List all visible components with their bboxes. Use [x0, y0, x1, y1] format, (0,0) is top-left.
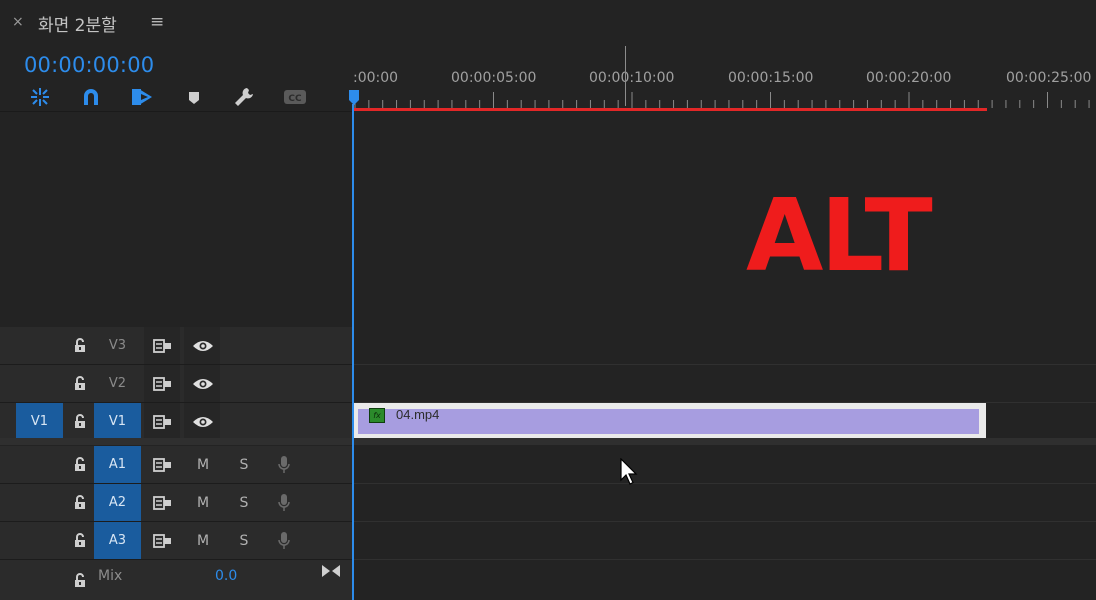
- microphone-icon[interactable]: [276, 446, 292, 483]
- lock-icon[interactable]: [70, 522, 90, 559]
- clip-body[interactable]: [358, 409, 979, 434]
- add-marker-icon[interactable]: [182, 86, 206, 108]
- fx-badge-icon: fx: [369, 408, 385, 423]
- track-lane-a1[interactable]: [353, 446, 1096, 484]
- track-target-a1[interactable]: A1: [94, 446, 141, 483]
- solo-button[interactable]: S: [236, 446, 252, 483]
- captions-cc-icon[interactable]: CC: [283, 86, 307, 108]
- sync-lock-icon[interactable]: [152, 446, 174, 483]
- timeline-panel-header: [0, 0, 1096, 46]
- track-target-a2[interactable]: A2: [94, 484, 141, 521]
- ruler-label: 00:00:15:00: [728, 70, 814, 86]
- sync-lock-icon[interactable]: [152, 522, 174, 559]
- track-target-a3[interactable]: A3: [94, 522, 141, 559]
- track-target-v3[interactable]: V3: [94, 327, 141, 364]
- lock-icon[interactable]: [70, 365, 90, 402]
- source-patch-v1[interactable]: V1: [16, 403, 63, 440]
- mix-volume-value[interactable]: 0.0: [215, 568, 237, 584]
- sequence-tab-title[interactable]: 화면 2분할: [38, 11, 117, 36]
- playhead-timecode[interactable]: 00:00:00:00: [24, 53, 154, 77]
- solo-button[interactable]: S: [236, 484, 252, 521]
- sync-lock-icon[interactable]: [152, 327, 174, 364]
- track-header-v1: V1 V1: [0, 403, 352, 441]
- track-target-v1[interactable]: V1: [94, 403, 141, 440]
- time-ruler[interactable]: :00:00 00:00:05:00 00:00:10:00 00:00:15:…: [353, 62, 1096, 112]
- playhead-line[interactable]: [352, 104, 354, 600]
- video-audio-divider[interactable]: [0, 438, 1096, 445]
- svg-text:CC: CC: [288, 94, 302, 104]
- track-header-a2: A2 M S: [0, 484, 352, 522]
- microphone-icon[interactable]: [276, 522, 292, 559]
- nest-sequence-icon[interactable]: [28, 86, 52, 108]
- ruler-label: 00:00:25:00: [1006, 70, 1092, 86]
- microphone-icon[interactable]: [276, 484, 292, 521]
- lock-icon[interactable]: [70, 327, 90, 364]
- ruler-label: 00:00:10:00: [589, 70, 675, 86]
- track-target-v2[interactable]: V2: [94, 365, 141, 402]
- sync-lock-icon[interactable]: [152, 365, 174, 402]
- mute-button[interactable]: M: [194, 484, 212, 521]
- close-panel-icon[interactable]: ×: [12, 14, 24, 30]
- bowtie-icon[interactable]: [321, 563, 341, 583]
- panel-menu-icon[interactable]: ≡: [150, 12, 164, 32]
- playhead-handle-icon[interactable]: [349, 90, 359, 106]
- ruler-label: :00:00: [353, 70, 399, 86]
- track-lane-mix[interactable]: [353, 560, 1096, 600]
- lock-icon[interactable]: [70, 484, 90, 521]
- lock-icon[interactable]: [70, 560, 90, 600]
- track-header-v3: V3: [0, 327, 352, 365]
- eye-icon[interactable]: [190, 403, 216, 440]
- track-header-a3: A3 M S: [0, 522, 352, 560]
- timeline-settings-wrench-icon[interactable]: [232, 86, 256, 108]
- sync-lock-icon[interactable]: [152, 484, 174, 521]
- mix-label: Mix: [98, 568, 123, 584]
- linked-selection-icon[interactable]: [130, 86, 154, 108]
- track-header-mix: [0, 560, 352, 600]
- track-header-a1: A1 M S: [0, 446, 352, 484]
- mouse-cursor-icon: [620, 457, 638, 490]
- lock-icon[interactable]: [70, 403, 90, 440]
- track-lane-a2[interactable]: [353, 484, 1096, 522]
- track-lane-v2[interactable]: [353, 365, 1096, 403]
- sync-lock-icon[interactable]: [152, 403, 174, 440]
- track-header-v2: V2: [0, 365, 352, 403]
- track-lane-a3[interactable]: [353, 522, 1096, 560]
- alt-overlay-text: ALT: [746, 177, 933, 294]
- mute-button[interactable]: M: [194, 446, 212, 483]
- work-area-bar[interactable]: [353, 108, 987, 111]
- header-divider: [0, 111, 352, 112]
- eye-icon[interactable]: [190, 365, 216, 402]
- mute-button[interactable]: M: [194, 522, 212, 559]
- video-clip[interactable]: fx 04.mp4: [354, 403, 986, 438]
- eye-icon[interactable]: [190, 327, 216, 364]
- ruler-label: 00:00:05:00: [451, 70, 537, 86]
- snap-magnet-icon[interactable]: [79, 86, 103, 108]
- clip-name: 04.mp4: [396, 407, 440, 422]
- track-lane-v3[interactable]: [353, 327, 1096, 365]
- solo-button[interactable]: S: [236, 522, 252, 559]
- lock-icon[interactable]: [70, 446, 90, 483]
- hover-time-indicator: [625, 46, 626, 106]
- ruler-label: 00:00:20:00: [866, 70, 952, 86]
